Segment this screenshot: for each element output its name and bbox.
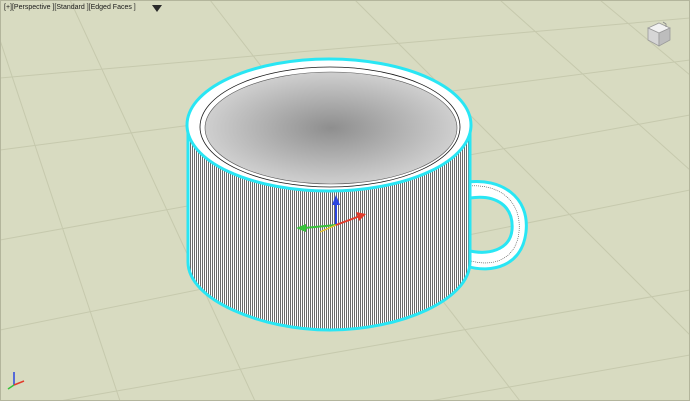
mug-handle[interactable] <box>464 179 528 271</box>
mug-body[interactable] <box>185 57 473 332</box>
perspective-viewport[interactable]: [+] [Perspective ] [Standard ] [Edged Fa… <box>0 0 690 401</box>
viewport-view-label[interactable]: [Perspective ] <box>12 4 54 11</box>
viewport-label: [+] [Perspective ] [Standard ] [Edged Fa… <box>4 4 136 11</box>
viewport-shading-standard[interactable]: [Standard ] <box>54 4 88 11</box>
filter-icon[interactable] <box>152 5 162 12</box>
axis-tripod-icon <box>7 372 25 390</box>
viewcube-home-icon[interactable] <box>644 20 674 50</box>
viewport-menu-plus[interactable]: [+] <box>4 4 12 11</box>
viewport-scene[interactable] <box>0 0 690 401</box>
viewport-edged-faces[interactable]: [Edged Faces ] <box>89 4 136 11</box>
